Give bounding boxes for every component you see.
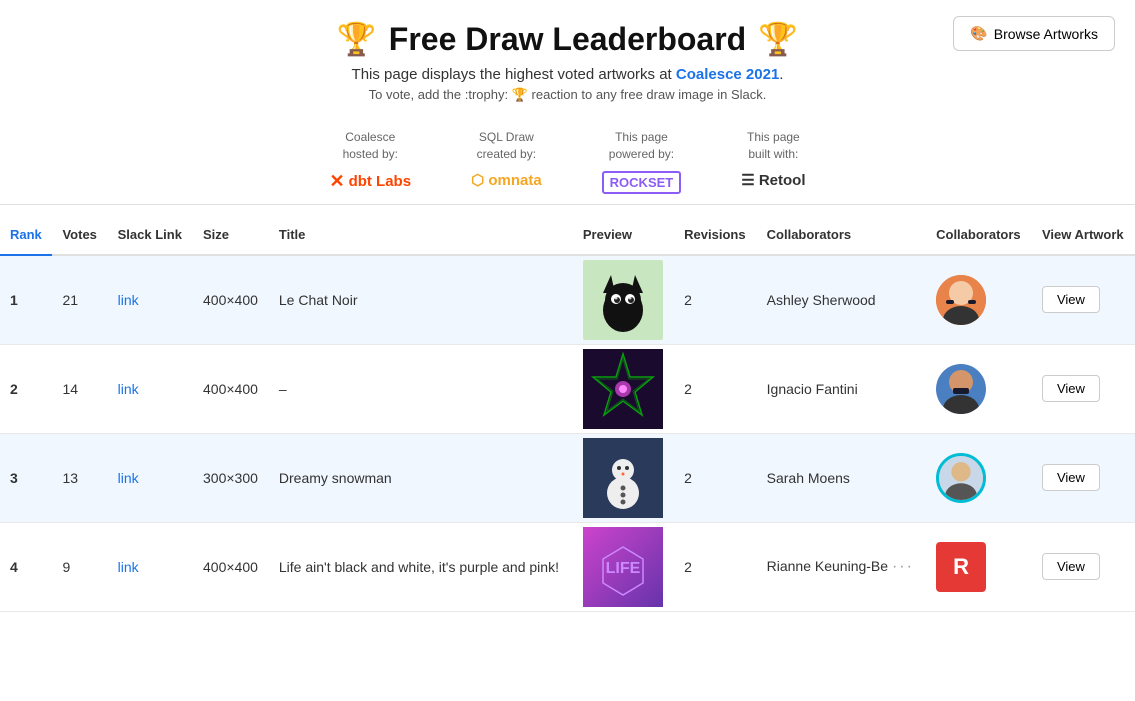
vote-instruction: To vote, add the :trophy: 🏆 reaction to … bbox=[20, 87, 1115, 103]
rank-3: 3 bbox=[0, 433, 52, 522]
slack-link-1[interactable]: link bbox=[108, 255, 193, 345]
title-4: Life ain't black and white, it's purple … bbox=[269, 522, 573, 611]
browse-artworks-button[interactable]: 🎨 Browse Artworks bbox=[953, 16, 1115, 51]
view-button-1[interactable]: View bbox=[1042, 286, 1100, 313]
star-preview-svg bbox=[583, 349, 663, 429]
sponsors-section: Coalescehosted by: ✕ dbt Labs SQL Drawcr… bbox=[0, 129, 1135, 194]
collaborator-avatar-4: R bbox=[926, 522, 1032, 611]
table-row: 3 13 link 300×300 Dreamy snowman bbox=[0, 433, 1135, 522]
revisions-4: 2 bbox=[674, 522, 756, 611]
sponsor-coalesce: Coalescehosted by: ✕ dbt Labs bbox=[329, 129, 411, 194]
title-2: – bbox=[269, 344, 573, 433]
leaderboard-table: Rank Votes Slack Link Size Title Preview… bbox=[0, 215, 1135, 612]
votes-1: 21 bbox=[52, 255, 107, 345]
votes-2: 14 bbox=[52, 344, 107, 433]
collaborator-name-4: Rianne Keuning-Be ··· bbox=[757, 522, 926, 611]
collaborator-avatar-2 bbox=[926, 344, 1032, 433]
svg-text:LIFE: LIFE bbox=[606, 560, 641, 577]
omnata-logo: ⬡ omnata bbox=[471, 171, 542, 189]
view-artwork-3[interactable]: View bbox=[1032, 433, 1135, 522]
revisions-1: 2 bbox=[674, 255, 756, 345]
preview-4: LIFE bbox=[573, 522, 674, 611]
rockset-logo: ROCKSET bbox=[602, 171, 682, 194]
collaborator-name-3: Sarah Moens bbox=[757, 433, 926, 522]
coalesce-link[interactable]: Coalesce 2021 bbox=[676, 66, 779, 83]
slack-link-4[interactable]: link bbox=[108, 522, 193, 611]
size-1: 400×400 bbox=[193, 255, 269, 345]
col-title: Title bbox=[269, 215, 573, 255]
view-button-4[interactable]: View bbox=[1042, 553, 1100, 580]
col-rank: Rank bbox=[0, 215, 52, 255]
collaborator-name-2: Ignacio Fantini bbox=[757, 344, 926, 433]
size-2: 400×400 bbox=[193, 344, 269, 433]
preview-1 bbox=[573, 255, 674, 345]
col-preview: Preview bbox=[573, 215, 674, 255]
avatar-1 bbox=[936, 275, 986, 325]
sponsor-coalesce-label: Coalescehosted by: bbox=[329, 129, 411, 163]
preview-3 bbox=[573, 433, 674, 522]
table-row: 2 14 link 400×400 – bbox=[0, 344, 1135, 433]
divider bbox=[0, 204, 1135, 205]
view-button-3[interactable]: View bbox=[1042, 464, 1100, 491]
size-3: 300×300 bbox=[193, 433, 269, 522]
rank-4: 4 bbox=[0, 522, 52, 611]
slack-link-2[interactable]: link bbox=[108, 344, 193, 433]
col-size: Size bbox=[193, 215, 269, 255]
trophy-right-icon: 🏆 bbox=[758, 20, 798, 58]
title-3: Dreamy snowman bbox=[269, 433, 573, 522]
view-button-2[interactable]: View bbox=[1042, 375, 1100, 402]
avatar-2 bbox=[936, 364, 986, 414]
sponsor-sqldraw-label: SQL Drawcreated by: bbox=[471, 129, 542, 163]
votes-3: 13 bbox=[52, 433, 107, 522]
col-revisions: Revisions bbox=[674, 215, 756, 255]
sponsor-powered: This pagepowered by: ROCKSET bbox=[602, 129, 682, 194]
table-header-row: Rank Votes Slack Link Size Title Preview… bbox=[0, 215, 1135, 255]
view-artwork-4[interactable]: View bbox=[1032, 522, 1135, 611]
col-collaborators-name: Collaborators bbox=[757, 215, 926, 255]
slack-link-3[interactable]: link bbox=[108, 433, 193, 522]
page-header: 🎨 Browse Artworks 🏆 Free Draw Leaderboar… bbox=[0, 0, 1135, 113]
preview-2 bbox=[573, 344, 674, 433]
sponsor-built: This pagebuilt with: ☰ Retool bbox=[741, 129, 805, 194]
cat-preview-svg bbox=[593, 265, 653, 335]
palette-icon: 🎨 bbox=[970, 25, 987, 42]
dbt-logo: ✕ dbt Labs bbox=[329, 171, 411, 192]
sponsor-powered-label: This pagepowered by: bbox=[602, 129, 682, 163]
revisions-2: 2 bbox=[674, 344, 756, 433]
snowman-preview-svg bbox=[583, 438, 663, 518]
col-votes: Votes bbox=[52, 215, 107, 255]
view-artwork-1[interactable]: View bbox=[1032, 255, 1135, 345]
page-title: 🏆 Free Draw Leaderboard 🏆 bbox=[20, 20, 1115, 58]
collaborator-avatar-3 bbox=[926, 433, 1032, 522]
trophy-left-icon: 🏆 bbox=[337, 20, 377, 58]
avatar-4: R bbox=[936, 542, 986, 592]
subtitle: This page displays the highest voted art… bbox=[20, 66, 1115, 83]
sponsor-sqldraw: SQL Drawcreated by: ⬡ omnata bbox=[471, 129, 542, 194]
view-artwork-2[interactable]: View bbox=[1032, 344, 1135, 433]
life-preview-svg: LIFE bbox=[583, 527, 663, 607]
size-4: 400×400 bbox=[193, 522, 269, 611]
revisions-3: 2 bbox=[674, 433, 756, 522]
col-view-artwork: View Artwork bbox=[1032, 215, 1135, 255]
collaborator-name-1: Ashley Sherwood bbox=[757, 255, 926, 345]
rank-2: 2 bbox=[0, 344, 52, 433]
col-slack-link: Slack Link bbox=[108, 215, 193, 255]
votes-4: 9 bbox=[52, 522, 107, 611]
leaderboard-table-container[interactable]: Rank Votes Slack Link Size Title Preview… bbox=[0, 215, 1135, 612]
collaborator-avatar-1 bbox=[926, 255, 1032, 345]
rank-1: 1 bbox=[0, 255, 52, 345]
avatar-3 bbox=[936, 453, 986, 503]
col-collaborators-avatar: Collaborators bbox=[926, 215, 1032, 255]
retool-logo: ☰ Retool bbox=[741, 171, 805, 189]
table-row: 1 21 link 400×400 Le Chat Noir bbox=[0, 255, 1135, 345]
table-row: 4 9 link 400×400 Life ain't black and wh… bbox=[0, 522, 1135, 611]
sponsor-built-label: This pagebuilt with: bbox=[741, 129, 805, 163]
title-1: Le Chat Noir bbox=[269, 255, 573, 345]
